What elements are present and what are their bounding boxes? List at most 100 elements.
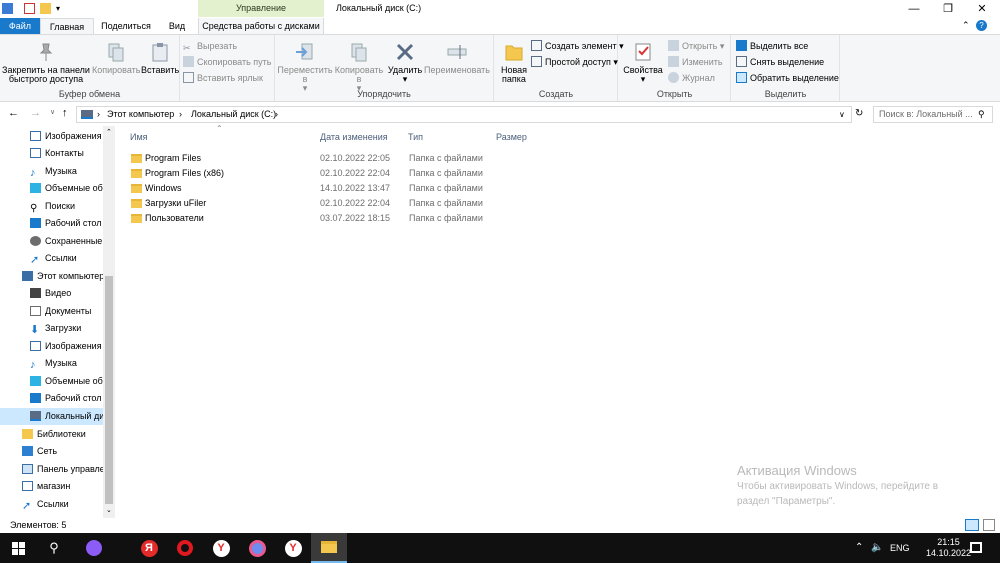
tab-file[interactable]: Файл xyxy=(0,18,40,34)
column-header-date[interactable]: Дата изменения xyxy=(320,132,388,142)
nav-item-libraries[interactable]: Библиотеки xyxy=(0,426,103,443)
copy-button[interactable]: Копировать xyxy=(92,41,140,75)
select-none-button[interactable]: Снять выделение xyxy=(736,55,824,69)
yandex-browser-app[interactable]: Y xyxy=(203,533,239,563)
forward-arrow-icon[interactable]: → xyxy=(30,107,41,119)
tray-clock[interactable]: 21:15 14.10.2022 xyxy=(926,537,971,559)
new-folder-button[interactable]: Новая папка xyxy=(497,41,531,84)
volume-icon[interactable]: 🔈 xyxy=(871,542,883,553)
quick-access-dropdown-icon[interactable]: ▾ xyxy=(56,3,67,14)
minimize-button[interactable]: — xyxy=(897,0,931,18)
nav-item-links[interactable]: ➚ Ссылки xyxy=(0,250,103,267)
nav-item-links-root[interactable]: ➚ Ссылки xyxy=(0,496,103,513)
copy-label: Копировать xyxy=(92,65,141,75)
nav-item-pictures-pc[interactable]: Изображения xyxy=(0,338,103,355)
opera-app[interactable] xyxy=(167,533,203,563)
new-item-button[interactable]: Создать элемент ▾ xyxy=(531,39,624,53)
copy-to-icon xyxy=(351,43,367,62)
delete-button[interactable]: Удалить ▾ xyxy=(387,41,423,84)
paste-button[interactable]: Вставить xyxy=(141,41,179,75)
address-bar[interactable]: › Этот компьютер › Локальный диск (C:) ›… xyxy=(76,106,852,123)
close-button[interactable]: ✕ xyxy=(965,0,999,18)
nav-item-video[interactable]: Видео xyxy=(0,285,103,302)
nav-item-network[interactable]: Сеть xyxy=(0,443,103,460)
nav-item-local-disk[interactable]: Локальный ди xyxy=(0,408,103,425)
paste-shortcut-button[interactable]: Вставить ярлык xyxy=(183,71,263,85)
nav-item-saved-games[interactable]: Сохраненные xyxy=(0,233,103,250)
select-all-button[interactable]: Выделить все xyxy=(736,39,808,53)
nav-scroll-thumb[interactable] xyxy=(105,276,113,504)
pin-quick-access-button[interactable]: Закрепить на панели быстрого доступа xyxy=(2,41,90,84)
nav-item-documents[interactable]: Документы xyxy=(0,303,103,320)
nav-item-downloads[interactable]: ⬇ Загрузки xyxy=(0,320,103,337)
address-dropdown-icon[interactable]: ∨ xyxy=(839,107,845,122)
breadcrumb-local-disk[interactable]: Локальный диск (C:) xyxy=(191,107,276,122)
yandex-app[interactable]: Я xyxy=(131,533,167,563)
easy-access-button[interactable]: Простой доступ ▾ xyxy=(531,55,618,69)
copy-path-button[interactable]: Скопировать путь xyxy=(183,55,271,69)
nav-item-pictures[interactable]: Изображения xyxy=(0,128,103,145)
tab-view[interactable]: Вид xyxy=(160,18,194,34)
tab-drive-tools[interactable]: Средства работы с дисками xyxy=(198,18,324,34)
refresh-icon[interactable]: ↻ xyxy=(855,108,863,119)
tab-share[interactable]: Поделиться xyxy=(98,18,154,34)
alice-app[interactable] xyxy=(76,533,112,563)
chrome-app[interactable] xyxy=(239,533,275,563)
file-explorer-app[interactable] xyxy=(311,533,347,563)
select-none-label: Снять выделение xyxy=(750,57,825,67)
recent-chevron-icon[interactable]: ∨ xyxy=(50,108,55,116)
tray-chevron-up-icon[interactable]: ⌃ xyxy=(855,542,863,553)
help-icon[interactable]: ? xyxy=(976,20,987,31)
new-folder-quick-icon[interactable] xyxy=(40,3,51,14)
scroll-up-icon[interactable]: ⌃ xyxy=(106,128,112,136)
file-row[interactable]: Загрузки uFiler 02.10.2022 22:04 Папка с… xyxy=(128,196,528,211)
column-header-type[interactable]: Тип xyxy=(408,132,423,142)
nav-item-desktop-pc[interactable]: Рабочий стол xyxy=(0,390,103,407)
column-header-size[interactable]: Размер xyxy=(496,132,527,142)
breadcrumb-this-pc[interactable]: Этот компьютер xyxy=(107,107,174,122)
cut-button[interactable]: ✂ Вырезать xyxy=(183,39,237,53)
notifications-icon[interactable] xyxy=(970,542,982,553)
large-icons-view-icon[interactable] xyxy=(983,519,995,531)
file-row[interactable]: Пользователи 03.07.2022 18:15 Папка с фа… xyxy=(128,211,528,226)
language-indicator[interactable]: ENG xyxy=(890,543,910,553)
nav-item-store[interactable]: магазин xyxy=(0,478,103,495)
nav-scrollbar[interactable]: ⌃ ⌄ xyxy=(103,126,115,518)
tab-home[interactable]: Главная xyxy=(40,18,94,34)
invert-selection-button[interactable]: Обратить выделение xyxy=(736,71,839,85)
properties-quick-icon[interactable] xyxy=(24,3,35,14)
nav-item-3d-objects[interactable]: Объемные об xyxy=(0,180,103,197)
nav-item-desktop[interactable]: Рабочий стол xyxy=(0,215,103,232)
history-button[interactable]: Журнал xyxy=(668,71,715,85)
nav-item-contacts[interactable]: Контакты xyxy=(0,145,103,162)
move-to-button[interactable]: Переместить в ▾ xyxy=(277,41,333,93)
maximize-button[interactable]: ❐ xyxy=(931,0,965,18)
start-button[interactable] xyxy=(0,533,36,563)
nav-item-3d-objects-pc[interactable]: Объемные об xyxy=(0,373,103,390)
edit-button[interactable]: Изменить xyxy=(668,55,723,69)
back-arrow-icon[interactable]: ← xyxy=(8,107,19,119)
open-button[interactable]: Открыть ▾ xyxy=(668,39,724,53)
details-view-icon[interactable] xyxy=(965,519,979,531)
nav-item-control-panel[interactable]: Панель управле xyxy=(0,461,103,478)
nav-item-music-pc[interactable]: ♪ Музыка xyxy=(0,355,103,372)
column-header-name[interactable]: Имя xyxy=(130,132,148,142)
yandex-browser-app-2[interactable]: Y xyxy=(275,533,311,563)
nav-item-music[interactable]: ♪ Музыка xyxy=(0,163,103,180)
rename-button[interactable]: Переименовать xyxy=(423,41,491,75)
folder-icon xyxy=(131,154,142,163)
copy-to-button[interactable]: Копировать в ▾ xyxy=(333,41,385,93)
file-row[interactable]: Program Files 02.10.2022 22:05 Папка с ф… xyxy=(128,151,528,166)
move-to-label: Переместить в xyxy=(277,65,333,84)
up-arrow-icon[interactable]: ↑ xyxy=(62,107,68,119)
search-input[interactable]: Поиск в: Локальный ... ⚲ xyxy=(873,106,993,123)
nav-item-searches[interactable]: ⚲ Поиски xyxy=(0,198,103,215)
file-row[interactable]: Program Files (x86) 02.10.2022 22:04 Пап… xyxy=(128,166,528,181)
nav-item-this-pc[interactable]: Этот компьютер xyxy=(0,268,103,285)
nav-label: Локальный ди xyxy=(45,411,103,421)
file-row[interactable]: Windows 14.10.2022 13:47 Папка с файлами xyxy=(128,181,528,196)
collapse-ribbon-icon[interactable]: ⌃ xyxy=(962,20,970,31)
properties-button[interactable]: Свойства ▾ xyxy=(623,41,663,84)
taskbar-search-button[interactable]: ⚲ xyxy=(36,533,72,563)
scroll-down-icon[interactable]: ⌄ xyxy=(106,506,112,514)
